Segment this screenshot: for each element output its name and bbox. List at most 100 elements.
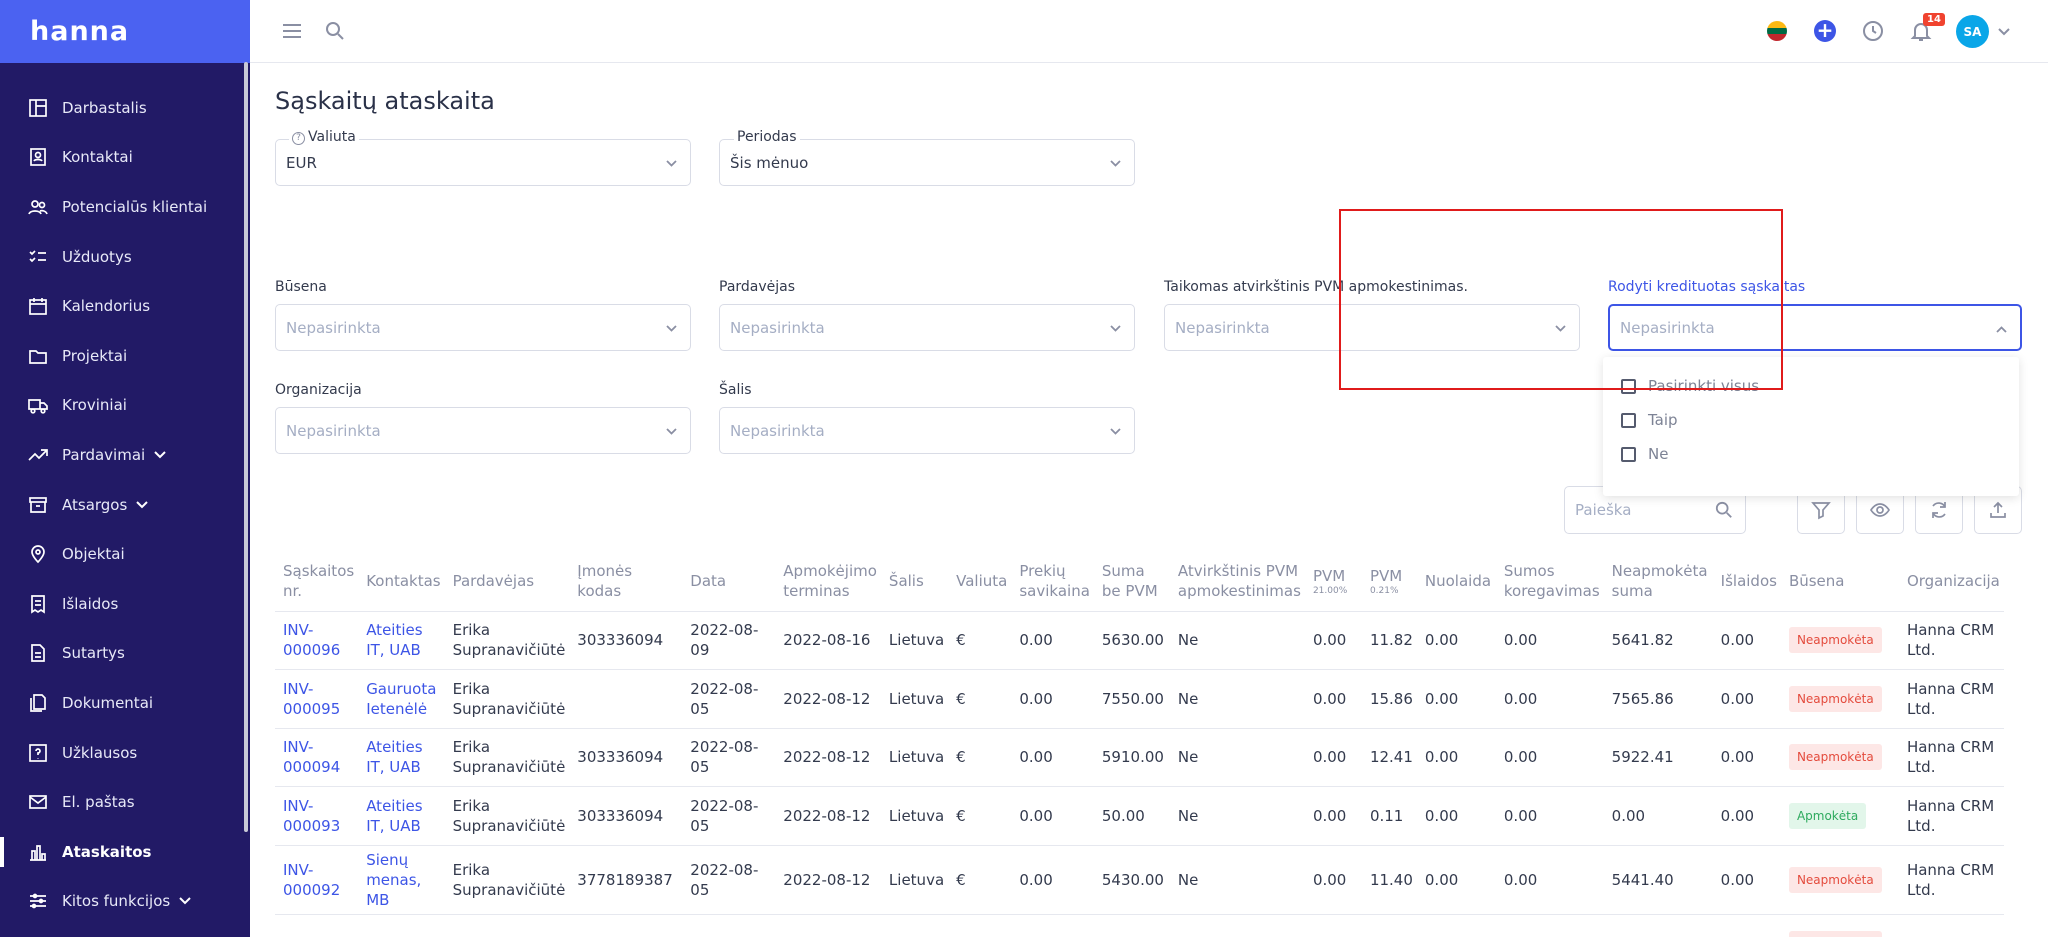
sidebar-item-dokumentai[interactable]: Dokumentai [0,678,245,728]
table-row[interactable]: INV-000092 Sienų menas, MB Erika Supranavi… [275,844,2004,915]
invoice-number-link[interactable]: INV-000095 [275,669,359,729]
table-cell [1712,913,1781,937]
column-header[interactable]: Nuolaida [1417,552,1496,611]
table-row[interactable]: INV-000094 Ateities IT, UAB Erika Supranav… [275,727,2004,787]
column-header[interactable]: Būsena [1781,552,1899,611]
status-placeholder: Nepasirinkta [286,318,381,337]
sidebar-item-kalendorius[interactable]: Kalendorius [0,281,245,331]
chevron-down-icon[interactable] [135,498,149,512]
seller-select[interactable]: Nepasirinkta [719,304,1135,351]
table-cell: 0.00 [1416,786,1496,846]
contact-link[interactable]: Sienų menas, MB [358,844,445,915]
period-select[interactable]: Šis mėnuo [719,139,1135,186]
column-header[interactable]: Atvirkštinis PVM apmokestinimas [1170,552,1305,611]
sidebar-item-atsargos[interactable]: Atsargos [0,480,245,530]
sidebar-item-kroviniai[interactable]: Kroviniai [0,381,245,431]
add-icon[interactable]: + [1814,20,1836,42]
country-select[interactable]: Nepasirinkta [719,407,1135,454]
sidebar-item-el-pastas[interactable]: El. paštas [0,777,245,827]
table-cell [569,669,683,729]
sidebar-item-kitos-funkcijos[interactable]: Kitos funkcijos [0,877,245,927]
lithuania-flag-icon[interactable] [1767,21,1787,41]
clock-icon[interactable] [1862,20,1884,46]
contact-link[interactable]: Ateities IT, UAB [358,610,445,670]
column-header[interactable]: Apmokėjimo terminas [775,552,881,611]
table-row[interactable]: INV-000095 Gauruota Ietenėlė Erika Suprana… [275,669,2004,729]
table-cell: 0.00 [1011,786,1094,846]
checkbox[interactable] [1621,412,1636,428]
sidebar-item-label: El. paštas [62,793,135,812]
sidebar-item-kontaktai[interactable]: Kontaktai [0,133,245,183]
column-header[interactable]: Valiuta [948,552,1011,611]
sidebar-item-uzduotys[interactable]: Užduotys [0,232,245,282]
invoice-number-link[interactable]: INV-000096 [275,610,359,670]
currency-select[interactable]: EUR [275,139,691,186]
table-cell: 2022-08-05 [682,727,776,787]
sidebar-scrollbar[interactable] [244,62,248,832]
table-row[interactable]: INV-000093 Ateities IT, UAB Erika Supranav… [275,786,2004,846]
hamburger-menu-icon[interactable] [282,22,302,44]
column-header[interactable]: PVM 21.00% [1305,552,1362,611]
reverse-vat-select[interactable]: Nepasirinkta [1164,304,1580,351]
column-header[interactable]: Sumos koregavimas [1496,552,1604,611]
avatar[interactable]: SA [1956,15,1989,48]
sidebar-item-islaidos[interactable]: Išlaidos [0,579,245,629]
table-row[interactable]: INV-ZiamoErika Neapmokėta Hanna CRM [275,913,2004,937]
column-header[interactable]: PVM 0.21% [1362,552,1417,611]
column-header[interactable]: Pardavėjas [445,552,570,611]
checkbox[interactable] [1621,446,1636,462]
option-yes[interactable]: Taip [1621,411,1678,429]
tasks-icon [28,247,48,267]
sidebar-item-sutartys[interactable]: Sutartys [0,629,245,679]
search-icon[interactable] [325,21,345,45]
table-cell: 5910.00 [1093,727,1170,787]
chevron-down-icon[interactable] [153,448,167,462]
app-logo[interactable]: hanna [30,16,129,47]
column-header[interactable]: Prekių savikaina [1011,552,1094,611]
credited-select[interactable]: Nepasirinkta [1608,304,2022,351]
sidebar-item-potencialus-klientai[interactable]: Potencialūs klientai [0,182,245,232]
table-cell: 0.00 [1304,786,1362,846]
sidebar-item-label: Sutartys [62,644,125,663]
invoice-number-link[interactable]: INV- [275,913,359,937]
search-icon[interactable] [1715,501,1733,523]
sidebar-item-ataskaitos[interactable]: Ataskaitos [0,827,245,877]
table-cell: Lietuva [880,844,949,915]
sidebar-item-uzklausos[interactable]: Užklausos [0,728,245,778]
bar-chart-icon [28,842,48,862]
option-select-all[interactable]: Pasirinkti visus [1621,377,1759,395]
column-header[interactable]: Suma be PVM [1094,552,1170,611]
contact-link[interactable]: Ateities IT, UAB [358,786,445,846]
chevron-down-icon [665,321,678,339]
column-header[interactable]: Kontaktas [358,552,444,611]
invoice-number-link[interactable]: INV-000093 [275,786,359,846]
table-cell: 0.00 [1495,727,1604,787]
contact-link[interactable]: Gauruota Ietenėlė [358,669,445,729]
column-header[interactable]: Įmonės kodas [569,552,682,611]
status-select[interactable]: Nepasirinkta [275,304,691,351]
column-header[interactable]: Sąskaitos nr. [275,552,358,611]
chevron-down-icon[interactable] [1997,24,2011,43]
table-cell: Hanna CRM Ltd. [1898,844,2004,915]
contact-link[interactable]: Ateities IT, UAB [358,727,445,787]
column-header[interactable]: Neapmokėta suma [1604,552,1713,611]
invoice-number-link[interactable]: INV-000094 [275,727,359,787]
column-header[interactable]: Organizacija [1899,552,2004,611]
help-icon[interactable]: ? [292,132,305,145]
checkbox[interactable] [1621,378,1636,394]
column-header[interactable]: Data [682,552,775,611]
column-header[interactable]: Šalis [881,552,948,611]
table-row[interactable]: INV-000096 Ateities IT, UAB Erika Supranav… [275,610,2004,670]
sidebar-item-objektai[interactable]: Objektai [0,529,245,579]
table-cell: Hanna CRM Ltd. [1898,669,2004,729]
column-header[interactable]: Išlaidos [1713,552,1781,611]
sidebar-item-darbastalis[interactable]: Darbastalis [0,83,245,133]
sidebar-item-pardavimai[interactable]: Pardavimai [0,430,245,480]
chevron-down-icon[interactable] [178,894,192,908]
invoice-number-link[interactable]: INV-000092 [275,844,359,915]
organization-select[interactable]: Nepasirinkta [275,407,691,454]
option-no[interactable]: Ne [1621,445,1668,463]
contact-link[interactable]: Ziamo [358,913,445,937]
table-cell: 11.82 [1361,610,1417,670]
sidebar-item-projektai[interactable]: Projektai [0,331,245,381]
